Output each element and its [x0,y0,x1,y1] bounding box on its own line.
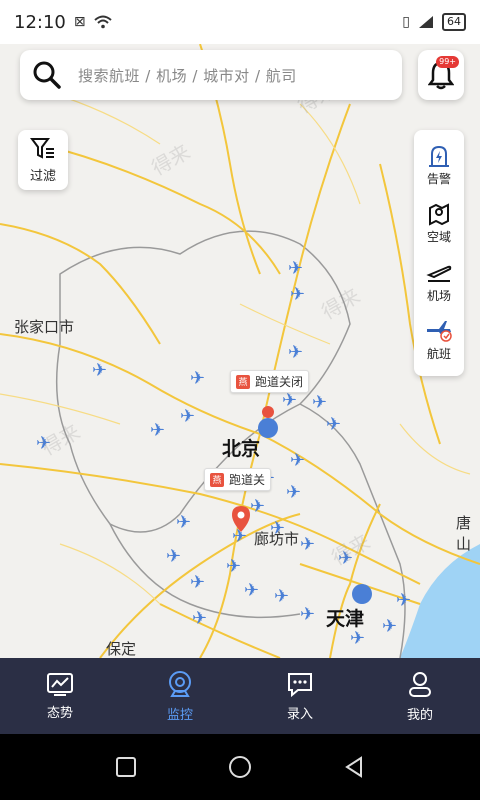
svg-text:✈: ✈ [350,628,365,649]
panel-item-label: 机场 [426,288,451,303]
situation-icon [47,672,73,696]
system-nav-bar [0,734,480,800]
tab-label: 监控 [166,707,193,723]
map-label-langfang: 廊坊市 [254,530,300,548]
svg-text:✈: ✈ [312,392,327,413]
panel-item-alert[interactable]: 告警 [427,144,451,187]
svg-text:✈: ✈ [150,420,165,441]
filter-icon [30,137,54,159]
search-icon [33,61,61,89]
svg-text:✈: ✈ [92,360,107,381]
panel-item-label: 航班 [426,347,451,362]
svg-text:✈: ✈ [180,406,195,427]
panel-item-airport[interactable]: 机场 [426,261,452,304]
tab-situation[interactable]: 态势 [0,658,120,734]
svg-text:✈: ✈ [36,433,51,454]
svg-text:✈: ✈ [190,368,205,389]
svg-text:✈: ✈ [176,512,191,533]
panel-item-label: 告警 [426,171,451,186]
notification-icon: ⊠ [73,14,86,30]
status-bar: 12:10 ⊠ ▯ 64 [0,0,480,44]
svg-text:✈: ✈ [300,534,315,555]
closure-badge-icon: 燕 [236,374,250,389]
map-label-tianjin: 天津 [326,608,365,630]
filter-label: 过滤 [29,168,56,184]
monitor-icon [169,670,191,697]
map-view[interactable]: ✈ ✈ ✈ ✈ ✈ ✈ ✈ ✈ ✈ ✈ ✈ ✈ ✈ ✈ ✈ ✈ ✈ ✈ ✈ ✈ … [0,44,480,658]
svg-text:✈: ✈ [382,616,397,637]
svg-text:✈: ✈ [192,608,207,629]
flight-icon [427,321,452,342]
svg-text:✈: ✈ [274,586,289,607]
svg-text:✈: ✈ [190,572,205,593]
signal-icon [419,16,433,28]
map-label-baoding: 保定 [106,640,137,658]
map-label-beijing: 北京 [222,438,261,460]
map-canvas: ✈ ✈ ✈ ✈ ✈ ✈ ✈ ✈ ✈ ✈ ✈ ✈ ✈ ✈ ✈ ✈ ✈ ✈ ✈ ✈ … [0,44,480,658]
panel-item-label: 空域 [426,230,451,245]
svg-text:✈: ✈ [286,482,301,503]
bottom-tab-bar: 态势 监控 录入 我的 [0,658,480,734]
panel-item-airspace[interactable]: 空域 [427,202,451,245]
status-time: 12:10 [14,11,66,33]
flight-markers [258,418,372,604]
battery-indicator: 64 [442,13,466,31]
runway-closure-tag[interactable]: 燕 跑道关 [204,468,272,491]
svg-text:✈: ✈ [226,556,241,577]
svg-text:✈: ✈ [244,580,259,601]
vibrate-icon: ▯ [402,14,410,30]
input-icon [288,672,312,697]
recents-icon[interactable] [115,756,137,778]
tab-label: 我的 [406,707,433,723]
profile-icon [409,671,431,697]
map-label-tangshan: 唐山 [456,514,472,553]
tab-label: 态势 [46,705,73,721]
tab-monitor[interactable]: 监控 [120,658,240,734]
svg-text:✈: ✈ [396,590,411,611]
search-bar[interactable]: 搜索航班 / 机场 / 城市对 / 航司 [20,50,402,100]
closure-text: 跑道关 [229,473,266,487]
airspace-icon [428,203,449,226]
notifications-button[interactable]: 99+ [418,50,464,100]
closure-text: 跑道关闭 [255,375,304,389]
home-icon[interactable] [228,755,252,779]
airport-icon [426,265,452,282]
svg-text:✈: ✈ [166,546,181,567]
wifi-icon [93,15,112,29]
tab-profile[interactable]: 我的 [360,658,480,734]
layer-panel: 告警 空域 机场 航班 [414,130,464,376]
runway-closure-tag[interactable]: 燕 跑道关闭 [230,370,310,393]
panel-item-flight[interactable]: 航班 [425,319,453,362]
svg-text:✈: ✈ [290,284,305,305]
alert-icon [428,145,449,167]
search-input[interactable]: 搜索航班 / 机场 / 城市对 / 航司 [78,65,297,86]
filter-button[interactable]: 过滤 [18,130,68,190]
svg-text:✈: ✈ [288,258,303,279]
svg-text:✈: ✈ [338,548,353,569]
svg-text:✈: ✈ [250,496,265,517]
tab-label: 录入 [286,706,313,722]
notification-badge: 99+ [436,56,459,68]
svg-text:✈: ✈ [288,342,303,363]
svg-text:✈: ✈ [282,390,297,411]
svg-text:✈: ✈ [300,604,315,625]
back-icon[interactable] [343,756,365,778]
svg-text:✈: ✈ [290,450,305,471]
map-label-zhangjiakou: 张家口市 [14,318,75,336]
tab-input[interactable]: 录入 [240,658,360,734]
svg-text:✈: ✈ [326,414,341,435]
closure-badge-icon: 燕 [210,472,224,487]
